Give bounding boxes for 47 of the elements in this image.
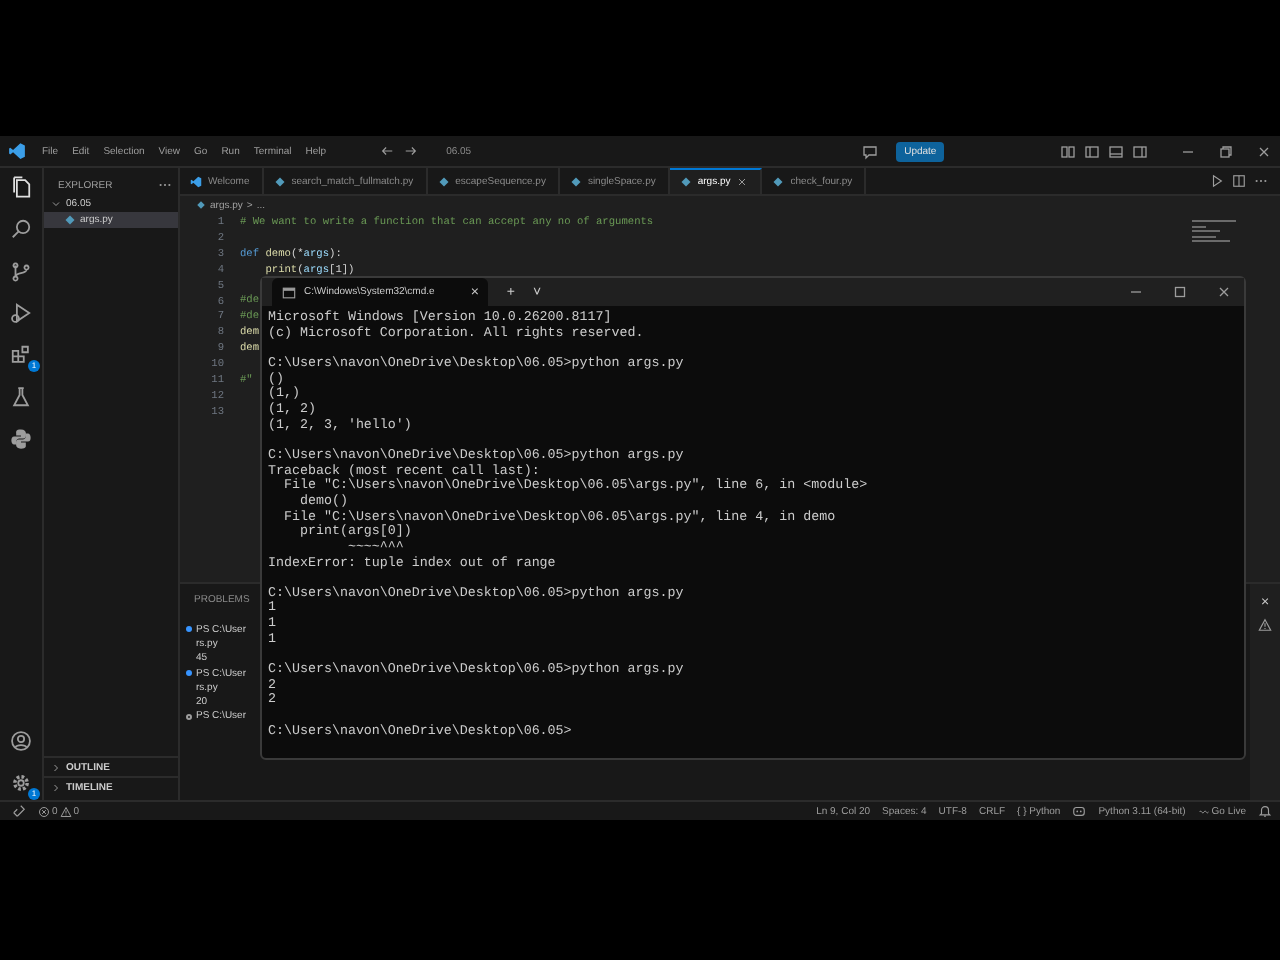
python-file-icon bbox=[64, 214, 76, 226]
layout-icon[interactable] bbox=[1132, 143, 1148, 159]
split-editor-icon[interactable] bbox=[1232, 174, 1246, 188]
settings-icon[interactable] bbox=[10, 772, 32, 794]
warning-icon[interactable] bbox=[1258, 618, 1272, 632]
python-file-icon bbox=[569, 175, 582, 187]
layout-icon[interactable] bbox=[1060, 143, 1076, 159]
remote-icon[interactable] bbox=[12, 804, 26, 818]
search-icon[interactable] bbox=[10, 218, 32, 240]
warning-icon bbox=[59, 805, 72, 817]
vscode-logo-icon bbox=[190, 175, 202, 187]
run-icon[interactable] bbox=[1210, 174, 1224, 188]
status-dot bbox=[186, 626, 192, 633]
python-file-icon bbox=[437, 175, 450, 187]
layout-icon[interactable] bbox=[1108, 143, 1124, 159]
maximize-icon[interactable] bbox=[1172, 284, 1188, 300]
close-icon[interactable] bbox=[1216, 284, 1232, 300]
app-logo bbox=[8, 142, 26, 160]
radio-waves-icon bbox=[1197, 805, 1210, 817]
copilot-icon[interactable] bbox=[1072, 804, 1087, 818]
chevron-icon[interactable] bbox=[50, 198, 62, 210]
bell-icon[interactable] bbox=[1258, 804, 1272, 818]
terminal-icon bbox=[282, 285, 296, 299]
account-icon[interactable] bbox=[10, 730, 32, 752]
flask-icon[interactable] bbox=[10, 386, 32, 408]
close-icon[interactable] bbox=[736, 176, 749, 188]
python-icon[interactable] bbox=[10, 428, 32, 450]
restore-icon[interactable] bbox=[1218, 143, 1234, 159]
python-file-icon bbox=[679, 176, 692, 188]
play-icon[interactable] bbox=[10, 302, 32, 324]
chat-icon[interactable] bbox=[862, 143, 879, 159]
back-arrow-icon[interactable] bbox=[380, 144, 395, 158]
chevron-icon[interactable] bbox=[50, 761, 62, 773]
error-icon bbox=[38, 805, 50, 817]
status-dot bbox=[186, 713, 192, 720]
close-icon[interactable] bbox=[1256, 143, 1272, 159]
status-dot bbox=[186, 670, 192, 677]
forward-arrow-icon[interactable] bbox=[404, 144, 419, 158]
python-file-icon bbox=[772, 175, 785, 187]
python-file-icon bbox=[273, 175, 286, 187]
chevron-icon[interactable] bbox=[50, 781, 62, 793]
files-icon[interactable] bbox=[10, 176, 32, 198]
minimap-drawing bbox=[1192, 220, 1240, 242]
extensions-icon[interactable] bbox=[10, 344, 32, 366]
python-file-icon bbox=[196, 200, 206, 210]
branch-icon[interactable] bbox=[10, 260, 32, 282]
layout-icon[interactable] bbox=[1084, 143, 1100, 159]
